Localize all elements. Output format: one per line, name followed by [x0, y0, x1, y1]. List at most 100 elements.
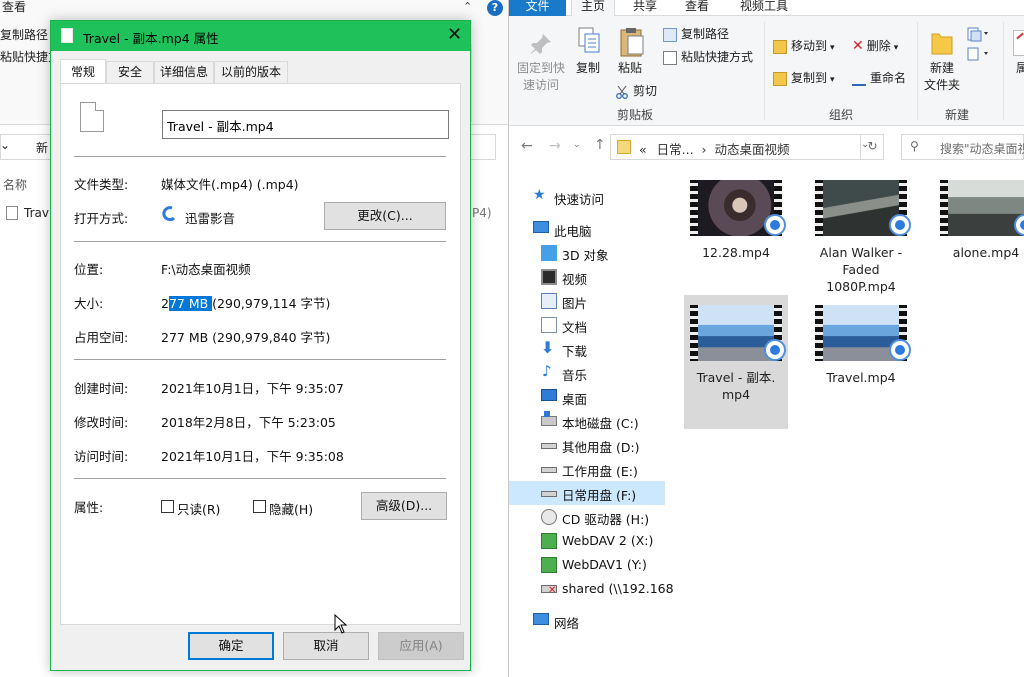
nav-label: 工作用盘 (E:): [562, 464, 638, 479]
tab-share[interactable]: 共享: [623, 0, 667, 16]
tab-general[interactable]: 常规: [60, 59, 106, 83]
tab-home[interactable]: 主页: [571, 0, 615, 17]
delete-button[interactable]: ✕ 删除 ▾: [852, 37, 898, 54]
size-on-disk-label: 占用空间:: [74, 330, 129, 345]
rename-label: 重命名: [870, 71, 907, 85]
nav-cd-drive[interactable]: CD 驱动器 (H:): [509, 505, 669, 529]
tab-security[interactable]: 安全: [106, 61, 154, 83]
nav-drive-e[interactable]: 工作用盘 (E:): [509, 457, 669, 481]
copy-to-button[interactable]: 复制到 ▾: [773, 69, 835, 86]
search-input[interactable]: ⚲ 搜索"动态桌面视: [901, 134, 1024, 160]
hidden-checkbox[interactable]: [253, 500, 266, 513]
tab-view[interactable]: 查看: [675, 0, 719, 16]
filename-input[interactable]: Travel - 副本.mp4: [162, 110, 449, 139]
tab-details[interactable]: 详细信息: [154, 61, 214, 83]
file-item-selected[interactable]: Travel - 副本. mp4: [684, 295, 788, 429]
nav-quick-access[interactable]: ★ 快速访问: [509, 185, 669, 209]
nav-label: 桌面: [562, 392, 588, 407]
ok-button[interactable]: 确定: [188, 632, 274, 660]
nav-label: 图片: [562, 296, 588, 311]
dialog-title-bar[interactable]: Travel - 副本.mp4 属性 ✕: [51, 21, 470, 51]
breadcrumb-part-2[interactable]: 动态桌面视频: [715, 142, 790, 157]
size-value-selection: 77 MB: [168, 296, 213, 311]
nav-label: 其他用盘 (D:): [562, 440, 640, 455]
up-arrow-icon[interactable]: ↑: [594, 137, 606, 153]
file-name: 12.28.mp4: [702, 245, 770, 260]
breadcrumb-part-1[interactable]: 日常...: [657, 142, 694, 157]
bg-copy-path[interactable]: 复制路径: [0, 26, 48, 43]
readonly-label[interactable]: 只读(R): [177, 499, 220, 518]
tab-video-tools[interactable]: 视频工具: [731, 0, 797, 16]
cut-button[interactable]: 剪切: [615, 82, 657, 99]
breadcrumb-separator[interactable]: ›: [702, 142, 707, 157]
file-item[interactable]: Alan Walker - Faded 1080P.mp4: [809, 170, 913, 304]
rename-button[interactable]: 重命名: [852, 69, 906, 86]
help-icon[interactable]: ?: [487, 0, 503, 16]
nav-drive-d[interactable]: 其他用盘 (D:): [509, 433, 669, 457]
new-folder-icon: [931, 28, 953, 56]
nav-pictures[interactable]: 图片: [509, 289, 669, 313]
nav-label: CD 驱动器 (H:): [562, 512, 650, 527]
hidden-label[interactable]: 隐藏(H): [269, 499, 313, 518]
file-name: Travel - 副本. mp4: [696, 370, 776, 402]
nav-music[interactable]: ♪ 音乐: [509, 361, 669, 385]
advanced-button[interactable]: 高级(D)...: [361, 492, 447, 520]
properties-button[interactable]: 属: [1012, 60, 1024, 77]
file-name: Alan Walker - Faded 1080P.mp4: [819, 245, 903, 294]
breadcrumb-overflow[interactable]: «: [639, 142, 647, 157]
forward-arrow-icon[interactable]: →: [549, 138, 561, 154]
nav-desktop[interactable]: 桌面: [509, 385, 669, 409]
refresh-icon[interactable]: ↻: [860, 134, 884, 160]
close-icon[interactable]: ✕: [447, 24, 462, 45]
recent-locations-icon[interactable]: ⌄: [573, 140, 581, 150]
tab-previous-versions[interactable]: 以前的版本: [214, 61, 288, 83]
nav-webdav2[interactable]: WebDAV 2 (X:): [509, 529, 669, 553]
bg-column-name[interactable]: 名称: [3, 176, 27, 193]
bg-tab-view[interactable]: 查看: [2, 0, 26, 15]
opens-with-value: 迅雷影音: [185, 211, 236, 226]
ribbon-divider: [471, 44, 472, 122]
apply-button[interactable]: 应用(A): [378, 632, 464, 660]
bg-nav-arrow[interactable]: ⌄: [0, 138, 10, 152]
nav-network[interactable]: 网络: [509, 609, 669, 633]
back-arrow-icon[interactable]: ←: [521, 138, 533, 154]
nav-3d-objects[interactable]: 3D 对象: [509, 241, 669, 265]
nav-this-pc[interactable]: 此电脑: [509, 217, 669, 241]
readonly-checkbox[interactable]: [161, 500, 174, 513]
move-to-button[interactable]: 移动到 ▾: [773, 37, 835, 54]
new-item-icon[interactable]: [967, 26, 993, 66]
size-label: 大小:: [74, 296, 104, 311]
address-bar[interactable]: « 日常... › 动态桌面视频 ⌄: [610, 134, 884, 160]
nav-label: 3D 对象: [562, 248, 609, 263]
delete-dropdown-icon: ▾: [893, 43, 899, 53]
cancel-button[interactable]: 取消: [283, 632, 369, 660]
breadcrumb[interactable]: « 日常... › 动态桌面视频: [639, 139, 790, 158]
nav-downloads[interactable]: ⬇ 下载: [509, 337, 669, 361]
scissors-icon: [615, 85, 629, 99]
folder-icon: [617, 140, 631, 154]
nav-documents[interactable]: 文档: [509, 313, 669, 337]
file-item[interactable]: Travel.mp4: [809, 295, 913, 429]
nav-shared[interactable]: ✕ shared (\\192.168: [509, 577, 674, 601]
bg-file-fragment[interactable]: Trav: [24, 206, 49, 220]
paste-icon: [619, 26, 645, 58]
nav-webdav1[interactable]: WebDAV1 (Y:): [509, 553, 669, 577]
pin-quick-access-button[interactable]: 固定到快 速访问: [513, 60, 569, 94]
new-folder-button[interactable]: 新建 文件夹: [919, 60, 965, 94]
paste-button[interactable]: 粘贴: [613, 60, 647, 77]
nav-drive-c[interactable]: 本地磁盘 (C:): [509, 409, 669, 433]
cut-label: 剪切: [633, 84, 658, 98]
tab-file[interactable]: 文件: [509, 0, 566, 16]
nav-drive-f[interactable]: 日常用盘 (F:): [509, 481, 665, 505]
nav-videos[interactable]: 视频: [509, 265, 669, 289]
copy-path-button[interactable]: 复制路径: [663, 25, 729, 42]
ribbon-collapse-icon[interactable]: ⌃: [463, 0, 472, 13]
nav-label: 网络: [554, 616, 580, 631]
paste-shortcut-button[interactable]: 粘贴快捷方式: [663, 48, 753, 65]
file-item[interactable]: alone.mp4: [934, 170, 1024, 304]
copy-button[interactable]: 复制: [571, 60, 605, 77]
modified-value: 2018年2月8日，下午 5:23:05: [161, 415, 336, 430]
nav-label: WebDAV1 (Y:): [562, 557, 647, 572]
file-item[interactable]: 12.28.mp4: [684, 170, 788, 304]
change-button[interactable]: 更改(C)...: [324, 202, 446, 230]
